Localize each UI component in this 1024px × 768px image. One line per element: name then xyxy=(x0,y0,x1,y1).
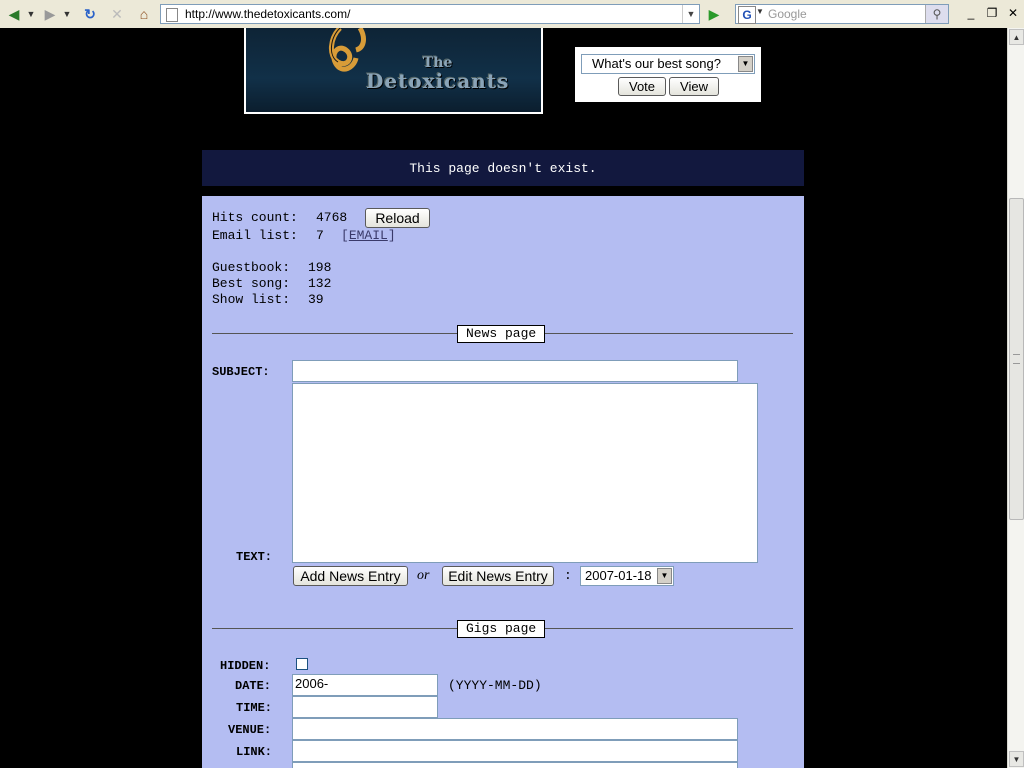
poll-selected-option: What's our best song? xyxy=(592,56,721,71)
view-button[interactable]: View xyxy=(669,77,719,96)
search-input[interactable]: Google xyxy=(768,7,807,21)
hidden-checkbox[interactable] xyxy=(296,658,308,670)
logo-text: The Detoxicants xyxy=(366,54,510,93)
poll-select[interactable]: What's our best song? ▼ xyxy=(581,54,755,74)
gigs-legend: Gigs page xyxy=(457,620,546,638)
logo-line-2: Detoxicants xyxy=(366,69,510,93)
vote-button[interactable]: Vote xyxy=(618,77,666,96)
url-dropdown-icon[interactable]: ▼ xyxy=(682,5,699,23)
admin-panel: Hits count: 4768 Reload Email list: 7 [E… xyxy=(202,196,804,768)
email-value: 7 xyxy=(316,228,324,243)
subject-input[interactable] xyxy=(292,360,738,382)
gig-next-input[interactable] xyxy=(292,762,738,768)
link-label: LINK: xyxy=(236,745,273,759)
add-news-entry-button[interactable]: Add News Entry xyxy=(293,566,408,586)
text-label: TEXT: xyxy=(236,550,273,564)
scroll-up-arrow-icon[interactable]: ▲ xyxy=(1009,29,1024,45)
refresh-icon[interactable]: ↻ xyxy=(80,4,100,24)
page-viewport: The Detoxicants What's our best song? ▼ … xyxy=(0,28,1007,768)
home-icon[interactable]: ⌂ xyxy=(134,4,154,24)
venue-label: VENUE: xyxy=(228,723,272,737)
gig-venue-input[interactable] xyxy=(292,718,738,740)
gig-date-input[interactable]: 2006- xyxy=(292,674,438,696)
colon-separator: : xyxy=(564,568,572,583)
chevron-down-icon[interactable]: ▼ xyxy=(738,56,753,72)
reload-button[interactable]: Reload xyxy=(365,208,430,228)
hits-label: Hits count: xyxy=(212,210,298,225)
vertical-scrollbar[interactable]: ▲ ▼ xyxy=(1007,28,1024,768)
url-text[interactable]: http://www.thedetoxicants.com/ xyxy=(185,7,350,21)
news-date-selected: 2007-01-18 xyxy=(585,568,652,583)
scrollbar-thumb[interactable] xyxy=(1009,198,1024,520)
back-arrow-icon[interactable]: ◀ xyxy=(4,4,24,24)
email-link[interactable]: EMAIL xyxy=(349,228,388,243)
hits-value: 4768 xyxy=(316,210,348,225)
time-label: TIME: xyxy=(236,701,273,715)
or-label: or xyxy=(417,568,430,583)
band-logo: The Detoxicants xyxy=(244,28,543,114)
guestbook-label: Guestbook: xyxy=(212,260,291,275)
minimize-icon[interactable]: _ xyxy=(963,6,979,20)
close-icon[interactable]: ✕ xyxy=(1005,6,1021,20)
bestsong-label: Best song: xyxy=(212,276,291,291)
search-bar[interactable]: G ▼ Google ⚲ xyxy=(735,4,949,24)
email-link-wrapper: [EMAIL] xyxy=(341,228,396,243)
email-label: Email list: xyxy=(212,228,298,243)
scrollbar-grip-icon xyxy=(1013,354,1020,364)
guestbook-value: 198 xyxy=(308,260,332,275)
address-bar[interactable]: http://www.thedetoxicants.com/ ▼ xyxy=(160,4,700,24)
date-format-hint: (YYYY-MM-DD) xyxy=(448,678,542,693)
restore-icon[interactable]: ❐ xyxy=(984,6,1000,20)
browser-toolbar: ◀ ▼ ▶ ▼ ↻ ✕ ⌂ http://www.thedetoxicants.… xyxy=(0,0,1024,29)
forward-arrow-icon[interactable]: ▶ xyxy=(40,4,60,24)
search-engine-icon[interactable]: G xyxy=(738,6,756,24)
showlist-label: Show list: xyxy=(212,292,291,307)
news-date-select[interactable]: 2007-01-18 ▼ xyxy=(580,566,674,586)
stop-icon[interactable]: ✕ xyxy=(107,4,127,24)
news-legend: News page xyxy=(457,325,546,343)
date-label: DATE: xyxy=(235,679,272,693)
go-arrow-icon[interactable]: ▶ xyxy=(704,4,724,24)
bestsong-value: 132 xyxy=(308,276,332,291)
chevron-down-icon[interactable]: ▼ xyxy=(657,568,672,584)
song-poll: What's our best song? ▼ Vote View xyxy=(574,46,762,103)
search-engine-dropdown-icon[interactable]: ▼ xyxy=(756,7,764,16)
page-icon xyxy=(166,8,178,22)
error-banner: This page doesn't exist. xyxy=(202,150,804,186)
news-text-area[interactable] xyxy=(292,383,758,563)
edit-news-entry-button[interactable]: Edit News Entry xyxy=(442,566,554,586)
gig-time-input[interactable] xyxy=(292,696,438,718)
search-magnifier-icon[interactable]: ⚲ xyxy=(925,5,948,23)
scroll-down-arrow-icon[interactable]: ▼ xyxy=(1009,751,1024,767)
gig-link-input[interactable] xyxy=(292,740,738,762)
hidden-label: HIDDEN: xyxy=(220,659,271,673)
forward-history-dropdown-icon[interactable]: ▼ xyxy=(62,4,72,24)
showlist-value: 39 xyxy=(308,292,324,307)
subject-label: SUBJECT: xyxy=(212,365,270,379)
back-history-dropdown-icon[interactable]: ▼ xyxy=(26,4,36,24)
